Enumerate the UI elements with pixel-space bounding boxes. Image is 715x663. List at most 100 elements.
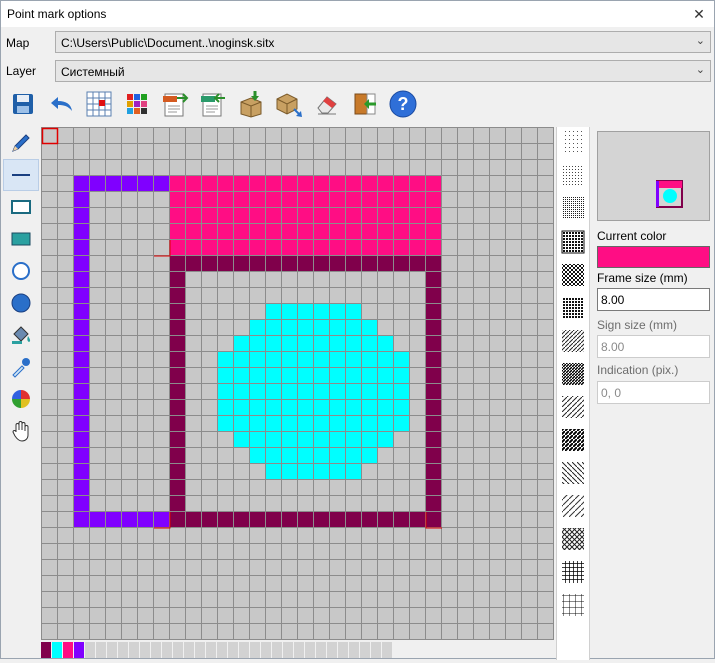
palette-swatch-empty[interactable]	[294, 642, 305, 658]
pattern-crosshatch[interactable]	[562, 528, 584, 550]
filled-rectangle-tool[interactable]	[3, 223, 39, 255]
fill-patterns-panel	[556, 127, 590, 660]
palette-swatch-empty[interactable]	[206, 642, 217, 658]
fill-bucket-icon	[12, 326, 31, 344]
palette-swatch-empty[interactable]	[118, 642, 129, 658]
pattern-diagonal-dense[interactable]	[562, 363, 584, 385]
pattern-sparse-dots[interactable]	[562, 131, 584, 153]
rectangle-tool[interactable]	[3, 191, 39, 223]
png-ico-import-icon	[201, 93, 225, 117]
color-grid-button[interactable]	[121, 88, 153, 120]
help-button[interactable]: ?	[387, 88, 419, 120]
palette-swatch-empty[interactable]	[316, 642, 327, 658]
eyedropper-icon	[12, 358, 30, 378]
map-select-value: C:\Users\Public\Document..\noginsk.sitx	[61, 36, 275, 50]
help-icon: ?	[389, 90, 417, 118]
palette-swatch-empty[interactable]	[327, 642, 338, 658]
palette-swatch-empty[interactable]	[162, 642, 173, 658]
color-wheel-tool[interactable]	[3, 383, 39, 415]
palette-swatch-empty[interactable]	[371, 642, 382, 658]
line-tool[interactable]	[3, 159, 39, 191]
toolbar: ?	[7, 88, 419, 122]
save-button[interactable]	[7, 88, 39, 120]
fill-patterns-canvas[interactable]	[557, 127, 591, 660]
pixel-edit-grid[interactable]	[41, 127, 554, 640]
window-title: Point mark options	[7, 7, 107, 21]
box-out-icon	[276, 93, 302, 117]
pencil-tool[interactable]	[3, 127, 39, 159]
palette-swatch-empty[interactable]	[261, 642, 272, 658]
pattern-light-dots[interactable]	[562, 164, 584, 186]
layer-label: Layer	[6, 64, 37, 78]
palette-swatch-empty[interactable]	[184, 642, 195, 658]
png-ico-export-button[interactable]	[159, 88, 191, 120]
filled-rectangle-icon	[11, 232, 31, 246]
png-ico-import-button[interactable]	[197, 88, 229, 120]
palette-swatch[interactable]	[74, 642, 85, 658]
hand-tool[interactable]	[3, 415, 39, 447]
palette-swatch-empty[interactable]	[283, 642, 294, 658]
sign-size-label: Sign size (mm)	[597, 318, 678, 332]
current-color-swatch[interactable]	[597, 246, 710, 268]
chevron-down-icon: ⌄	[695, 64, 705, 76]
palette-swatch-empty[interactable]	[272, 642, 283, 658]
hand-icon	[12, 421, 29, 442]
palette-swatch[interactable]	[52, 642, 63, 658]
exit-button[interactable]	[349, 88, 381, 120]
palette-swatch-empty[interactable]	[382, 642, 393, 658]
map-select[interactable]: C:\Users\Public\Document..\noginsk.sitx …	[55, 31, 711, 53]
grid-icon	[86, 91, 112, 117]
palette-swatch-empty[interactable]	[107, 642, 118, 658]
pattern-backslash[interactable]	[562, 462, 584, 484]
pattern-grid[interactable]	[562, 594, 584, 616]
pixel-grid-canvas[interactable]	[41, 127, 554, 640]
layer-select[interactable]: Системный ⌄	[55, 60, 711, 82]
line-icon	[12, 174, 30, 176]
grid-button[interactable]	[83, 88, 115, 120]
help-glyph: ?	[398, 94, 409, 114]
palette-swatch-empty[interactable]	[360, 642, 371, 658]
palette-swatch-empty[interactable]	[305, 642, 316, 658]
eraser-button[interactable]	[311, 88, 343, 120]
palette-swatch-empty[interactable]	[239, 642, 250, 658]
save-icon	[13, 94, 33, 114]
box-in-button[interactable]	[235, 88, 267, 120]
palette-swatch-empty[interactable]	[338, 642, 349, 658]
palette-swatch-empty[interactable]	[217, 642, 228, 658]
pattern-framed[interactable]	[561, 230, 585, 254]
pattern-checker-dense[interactable]	[562, 297, 584, 319]
palette-swatch[interactable]	[63, 642, 74, 658]
fill-bucket-tool[interactable]	[3, 319, 39, 351]
box-out-button[interactable]	[273, 88, 305, 120]
palette-swatch-empty[interactable]	[195, 642, 206, 658]
palette-swatch-empty[interactable]	[228, 642, 239, 658]
palette-swatch-empty[interactable]	[85, 642, 96, 658]
frame-size-input[interactable]: 8.00	[597, 288, 710, 311]
pencil-icon	[12, 134, 30, 152]
palette-swatch-empty[interactable]	[151, 642, 162, 658]
mark-preview	[597, 131, 710, 221]
pattern-grid-dense[interactable]	[562, 561, 584, 583]
pattern-dense-dots[interactable]	[562, 197, 584, 219]
eyedropper-tool[interactable]	[3, 351, 39, 383]
palette-swatch-empty[interactable]	[349, 642, 360, 658]
indication-input[interactable]: 0, 0	[597, 381, 710, 404]
palette-swatch-empty[interactable]	[96, 642, 107, 658]
undo-button[interactable]	[45, 88, 77, 120]
layer-select-value: Системный	[61, 65, 125, 79]
pattern-diagonal-wide[interactable]	[562, 396, 584, 418]
close-button[interactable]: ✕	[684, 1, 714, 27]
palette-swatch[interactable]	[41, 642, 52, 658]
palette-swatch-empty[interactable]	[173, 642, 184, 658]
palette-swatch-empty[interactable]	[129, 642, 140, 658]
pattern-diagonal-bold[interactable]	[562, 429, 584, 451]
filled-circle-tool[interactable]	[3, 287, 39, 319]
pattern-slash-wide[interactable]	[562, 495, 584, 517]
palette-swatch-empty[interactable]	[140, 642, 151, 658]
palette-swatch-empty[interactable]	[250, 642, 261, 658]
circle-tool[interactable]	[3, 255, 39, 287]
sign-size-input[interactable]: 8.00	[597, 335, 710, 358]
pattern-checker[interactable]	[562, 264, 584, 286]
pattern-diagonal-thin[interactable]	[562, 330, 584, 352]
eraser-icon	[317, 96, 337, 115]
